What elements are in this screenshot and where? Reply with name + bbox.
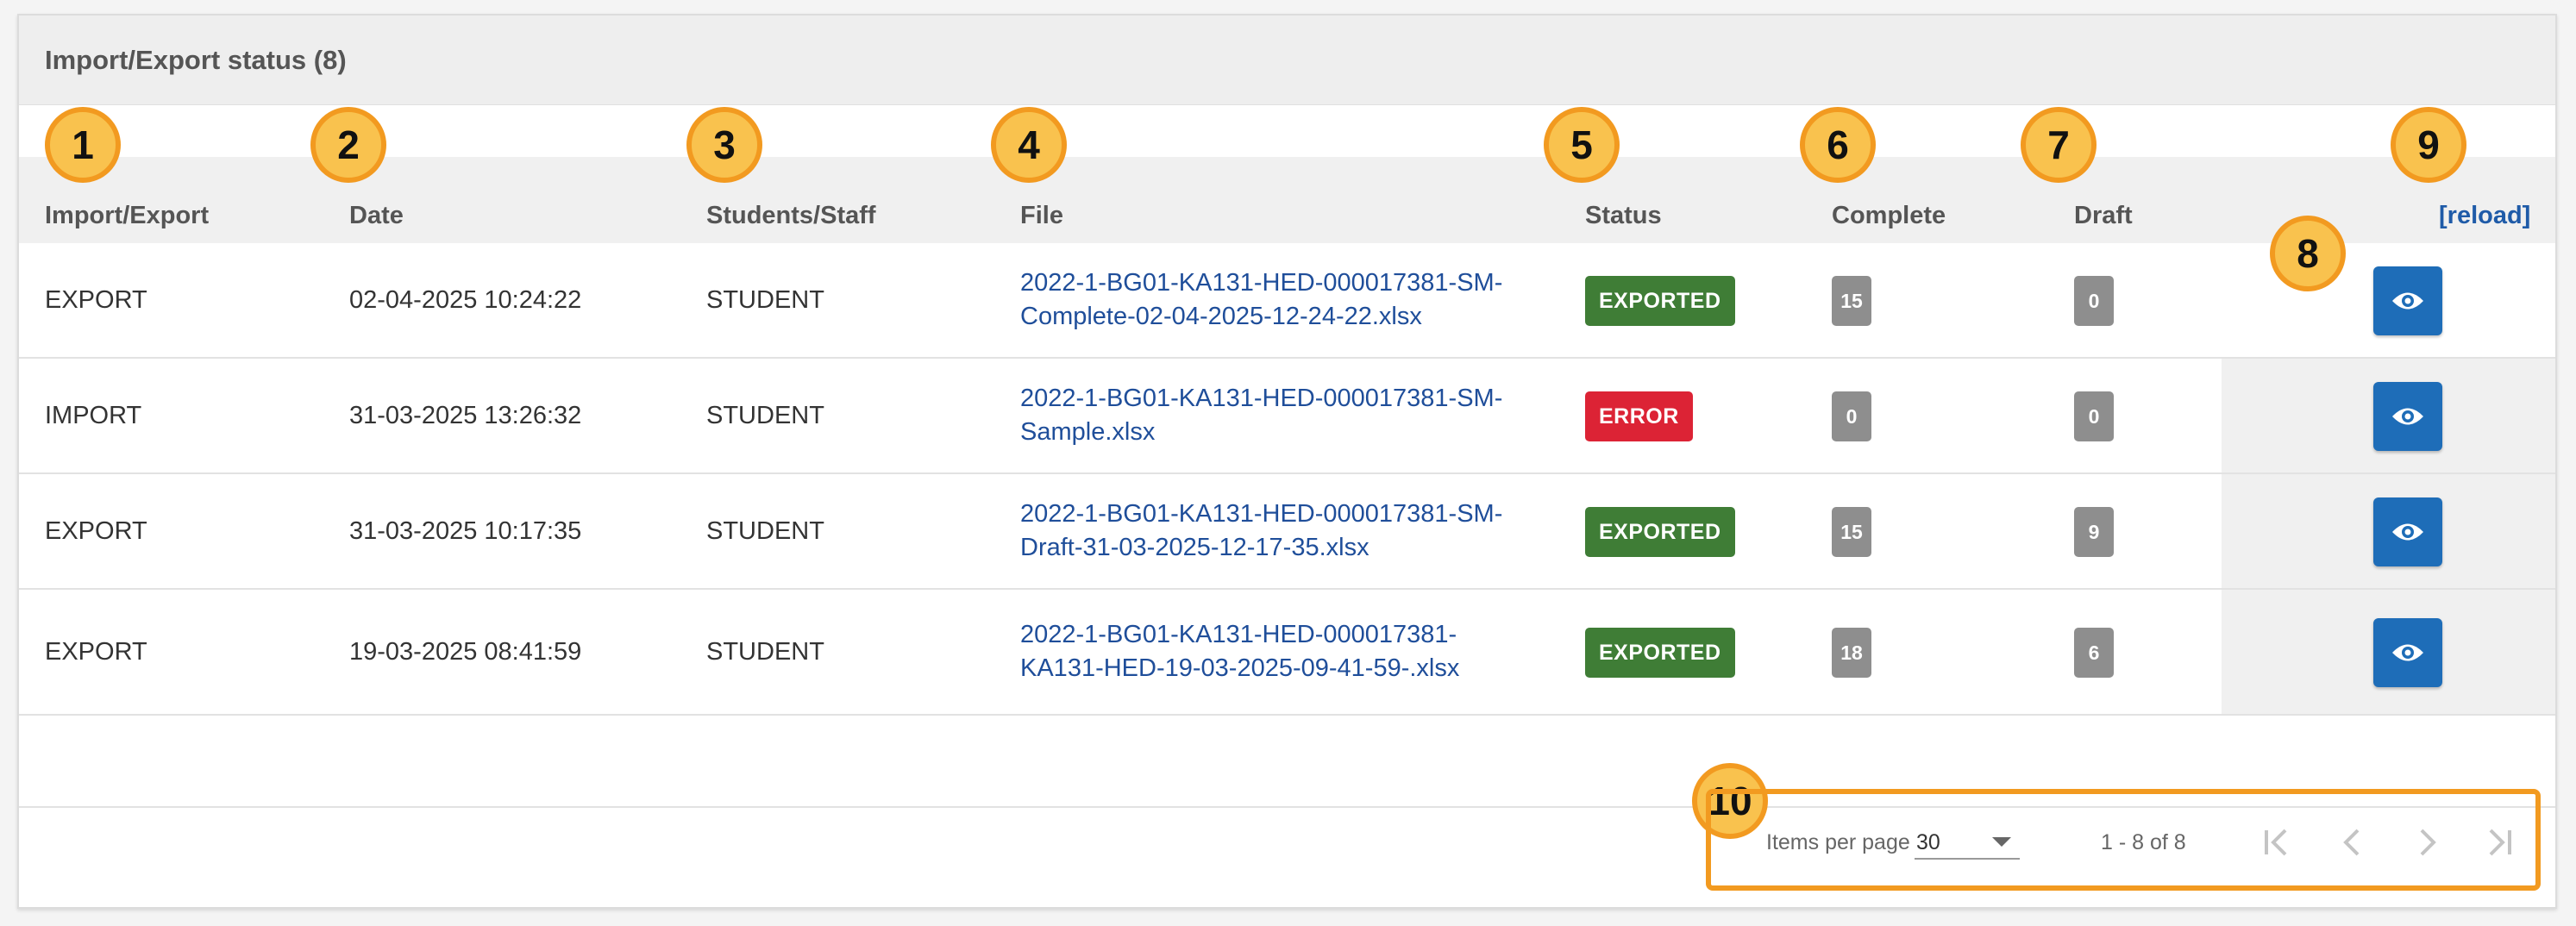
cell-students-staff: STUDENT [706, 638, 824, 666]
items-per-page-value: 30 [1916, 830, 1940, 854]
items-per-page-select[interactable]: 30 [1915, 825, 2020, 860]
file-name-line: Draft-31-03-2025-12-17-35.xlsx [1020, 534, 1369, 561]
complete-count-badge: 18 [1832, 628, 1871, 678]
view-details-button[interactable] [2373, 618, 2442, 687]
status-badge: ERROR [1585, 391, 1693, 441]
eye-icon [2392, 523, 2423, 541]
callout-6: 6 [1800, 107, 1876, 183]
table-header: Import/Export Date Students/Staff File S… [19, 157, 2555, 243]
file-name-line: Complete-02-04-2025-12-24-22.xlsx [1020, 303, 1422, 330]
first-page-button[interactable] [2254, 820, 2299, 865]
next-page-button[interactable] [2404, 820, 2449, 865]
callout-9: 9 [2391, 107, 2466, 183]
callout-5: 5 [1544, 107, 1620, 183]
cell-date: 19-03-2025 08:41:59 [349, 638, 582, 666]
complete-count-badge: 0 [1832, 391, 1871, 441]
draft-count-badge: 9 [2074, 507, 2114, 557]
panel-title: Import/Export status (8) [45, 45, 347, 75]
panel-header: Import/Export status (8) [19, 16, 2555, 105]
column-header-students-staff: Students/Staff [706, 202, 876, 229]
complete-count-badge: 15 [1832, 507, 1871, 557]
cell-students-staff: STUDENT [706, 286, 824, 314]
cell-import-export: EXPORT [45, 638, 147, 666]
callout-7: 7 [2021, 107, 2097, 183]
paginator: Items per page 30 1 - 8 of 8 [1706, 789, 2541, 891]
draft-count-badge: 0 [2074, 391, 2114, 441]
reload-link[interactable]: [reload] [2439, 202, 2530, 230]
status-badge: EXPORTED [1585, 507, 1735, 557]
column-header-complete: Complete [1832, 202, 1946, 229]
column-header-draft: Draft [2074, 202, 2133, 229]
status-badge: EXPORTED [1585, 276, 1735, 326]
last-page-button[interactable] [2477, 820, 2522, 865]
complete-count-badge: 15 [1832, 276, 1871, 326]
file-name-line: KA131-HED-19-03-2025-09-41-59-.xlsx [1020, 654, 1460, 682]
chevron-right-icon [2420, 829, 2436, 856]
cell-import-export: EXPORT [45, 286, 147, 314]
first-page-icon [2265, 829, 2287, 856]
eye-icon [2392, 292, 2423, 310]
callout-8: 8 [2270, 216, 2346, 291]
cell-students-staff: STUDENT [706, 402, 824, 429]
table-row: EXPORT 19-03-2025 08:41:59 STUDENT 2022-1-B… [19, 590, 2555, 716]
draft-count-badge: 6 [2074, 628, 2114, 678]
table-row: EXPORT 31-03-2025 10:17:35 STUDENT 2022-1-B… [19, 474, 2555, 590]
table-row: IMPORT 31-03-2025 13:26:32 STUDENT 2022-1-B… [19, 359, 2555, 474]
file-name-line: 2022-1-BG01-KA131-HED-000017381-SM- [1020, 269, 1503, 297]
cell-students-staff: STUDENT [706, 517, 824, 545]
column-header-file: File [1020, 202, 1063, 229]
column-header-status: Status [1585, 202, 1662, 229]
cell-date: 31-03-2025 13:26:32 [349, 402, 582, 429]
eye-icon [2392, 644, 2423, 661]
items-per-page-label: Items per page [1766, 830, 1910, 854]
import-export-status-panel: Import/Export status (8) Import/Export D… [17, 14, 2557, 909]
view-details-button[interactable] [2373, 266, 2442, 335]
callout-1: 1 [45, 107, 121, 183]
cell-date: 31-03-2025 10:17:35 [349, 517, 582, 545]
cell-import-export: EXPORT [45, 517, 147, 545]
column-header-import-export: Import/Export [45, 202, 210, 229]
previous-page-button[interactable] [2330, 820, 2375, 865]
draft-count-badge: 0 [2074, 276, 2114, 326]
file-link[interactable]: 2022-1-BG01-KA131-HED-000017381- KA131-HE… [1020, 618, 1572, 685]
eye-icon [2392, 408, 2423, 425]
callout-2: 2 [310, 107, 386, 183]
page-range-label: 1 - 8 of 8 [2101, 830, 2186, 854]
callout-4: 4 [991, 107, 1067, 183]
file-name-line: 2022-1-BG01-KA131-HED-000017381-SM- [1020, 500, 1503, 528]
column-header-date: Date [349, 202, 404, 229]
file-name-line: 2022-1-BG01-KA131-HED-000017381- [1020, 621, 1457, 648]
file-name-line: 2022-1-BG01-KA131-HED-000017381-SM- [1020, 385, 1503, 412]
cell-import-export: IMPORT [45, 402, 142, 429]
callout-3: 3 [686, 107, 762, 183]
dropdown-arrow-icon [1992, 837, 2011, 847]
table-row: EXPORT 02-04-2025 10:24:22 STUDENT 2022-1-B… [19, 243, 2555, 359]
file-name-line: Sample.xlsx [1020, 418, 1156, 446]
cell-date: 02-04-2025 10:24:22 [349, 286, 582, 314]
file-link[interactable]: 2022-1-BG01-KA131-HED-000017381-SM- Compl… [1020, 266, 1572, 334]
chevron-left-icon [2343, 829, 2360, 856]
view-details-button[interactable] [2373, 497, 2442, 566]
view-details-button[interactable] [2373, 382, 2442, 451]
status-badge: EXPORTED [1585, 628, 1735, 678]
last-page-icon [2489, 829, 2511, 856]
file-link[interactable]: 2022-1-BG01-KA131-HED-000017381-SM- Draft… [1020, 497, 1572, 565]
file-link[interactable]: 2022-1-BG01-KA131-HED-000017381-SM- Sampl… [1020, 382, 1572, 449]
